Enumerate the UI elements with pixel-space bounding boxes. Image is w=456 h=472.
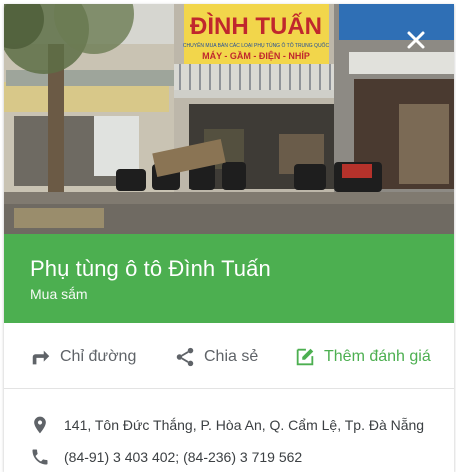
address-row[interactable]: 141, Tôn Đức Thắng, P. Hòa An, Q. Cẩm Lệ… <box>30 414 424 436</box>
storefront-image: ĐÌNH TUẤN CHUYÊN MUA BÁN CÁC LOẠI PHỤ TÙ… <box>4 4 454 234</box>
shop-sign-sub: CHUYÊN MUA BÁN CÁC LOẠI PHỤ TÙNG Ô TÔ TR… <box>183 41 330 49</box>
shop-sign-line2: MÁY - GẦM - ĐIỆN - NHÍP <box>202 50 310 61</box>
phone-text: (84-91) 3 403 402; (84-236) 3 719 562 <box>64 449 303 465</box>
place-header: Phụ tùng ô tô Đình Tuấn Mua sắm <box>4 234 454 323</box>
shop-sign-main: ĐÌNH TUẤN <box>190 12 322 40</box>
place-category: Mua sắm <box>30 286 88 302</box>
action-bar: Chỉ đường Chia sẻ Thêm đánh giá <box>4 323 454 389</box>
directions-label: Chỉ đường <box>60 348 137 365</box>
share-label: Chia sẻ <box>204 348 259 365</box>
share-icon <box>174 346 196 368</box>
directions-icon <box>30 346 52 368</box>
phone-icon <box>30 447 50 467</box>
add-review-label: Thêm đánh giá <box>324 348 431 365</box>
place-card: ĐÌNH TUẤN CHUYÊN MUA BÁN CÁC LOẠI PHỤ TÙ… <box>4 4 454 472</box>
address-text: 141, Tôn Đức Thắng, P. Hòa An, Q. Cẩm Lệ… <box>64 417 425 433</box>
phone-row[interactable]: (84-91) 3 403 402; (84-236) 3 719 562 <box>30 446 302 468</box>
add-review-button[interactable]: Thêm đánh giá <box>294 345 431 369</box>
place-name: Phụ tùng ô tô Đình Tuấn <box>30 256 271 281</box>
directions-button[interactable]: Chỉ đường <box>30 345 136 369</box>
close-icon <box>407 31 425 49</box>
close-button[interactable] <box>404 28 428 52</box>
edit-review-icon <box>294 346 316 368</box>
share-button[interactable]: Chia sẻ <box>174 345 258 369</box>
place-photo[interactable]: ĐÌNH TUẤN CHUYÊN MUA BÁN CÁC LOẠI PHỤ TÙ… <box>4 4 454 234</box>
location-pin-icon <box>30 415 50 435</box>
